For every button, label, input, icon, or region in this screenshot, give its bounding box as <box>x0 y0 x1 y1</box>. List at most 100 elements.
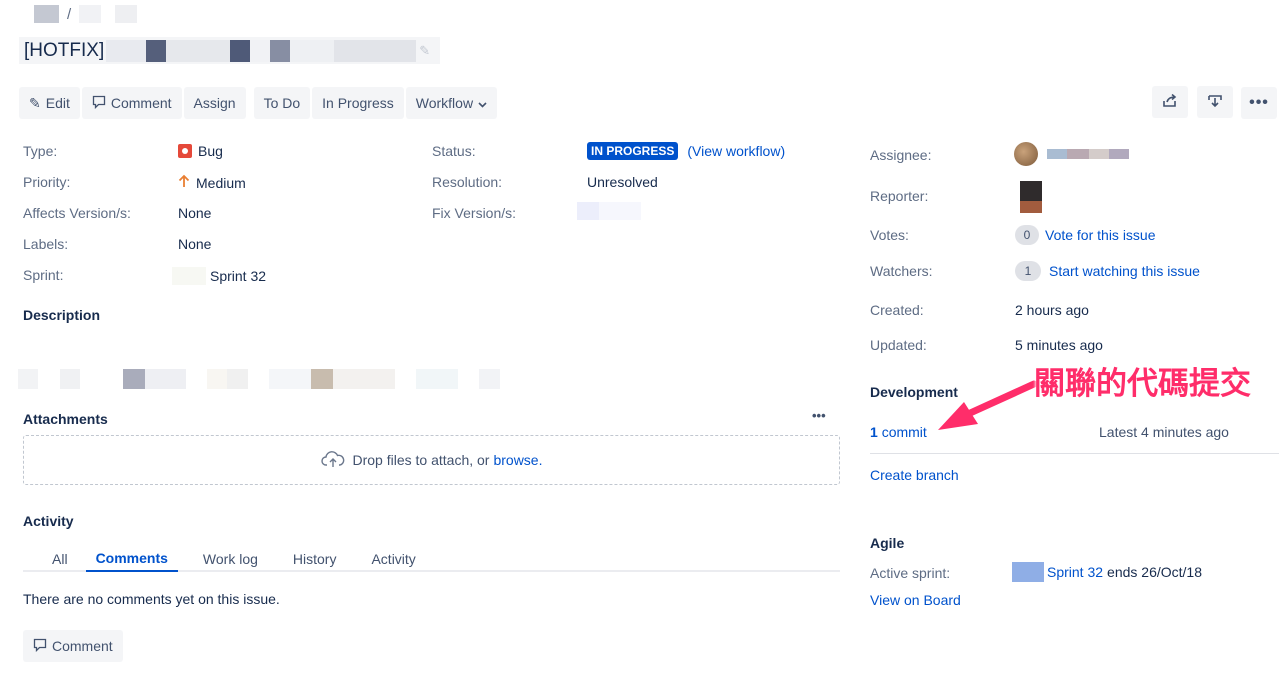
view-workflow-link[interactable]: (View workflow) <box>687 143 785 159</box>
labels-value[interactable]: None <box>178 236 211 252</box>
add-comment-button[interactable]: Comment <box>23 630 123 662</box>
comment-button[interactable]: Comment <box>81 87 182 119</box>
description-blur <box>145 369 186 389</box>
browse-link[interactable]: browse. <box>493 452 542 468</box>
no-comments-text: There are no comments yet on this issue. <box>23 591 280 607</box>
fix-version-value[interactable] <box>577 202 641 220</box>
sprint-ends: ends 26/Oct/18 <box>1107 564 1202 580</box>
workflow-button[interactable]: Workflow <box>405 87 498 119</box>
commit-text: commit <box>881 424 927 440</box>
edit-button[interactable]: ✎ Edit <box>19 87 80 119</box>
annotation-arrow <box>938 380 1038 430</box>
drop-text: Drop files to attach, or <box>352 452 490 468</box>
watch-link[interactable]: Start watching this issue <box>1049 263 1200 279</box>
comment-icon <box>33 638 47 655</box>
issue-title-prefix: [HOTFIX] <box>24 39 105 61</box>
priority-value: Medium <box>178 174 246 191</box>
active-sprint-label: Active sprint: <box>870 565 951 581</box>
votes-label: Votes: <box>870 227 909 243</box>
fix-version-label: Fix Version/s: <box>432 205 517 221</box>
export-button[interactable] <box>1197 86 1233 118</box>
description-blur <box>227 369 248 389</box>
breadcrumb-issue-key-blur <box>115 5 138 23</box>
description-body[interactable] <box>18 369 500 389</box>
breadcrumb-issue-key[interactable] <box>79 5 102 23</box>
assignee-name-blur <box>1067 149 1089 159</box>
labels-label: Labels: <box>23 236 69 252</box>
bug-icon <box>178 144 192 158</box>
tab-work-log[interactable]: Work log <box>178 545 278 572</box>
priority-value-text: Medium <box>196 174 246 191</box>
fix-version-blur <box>577 202 599 220</box>
in-progress-button[interactable]: In Progress <box>312 87 404 119</box>
affects-value: None <box>178 205 212 221</box>
votes-badge: 0 <box>1015 225 1039 245</box>
assign-button[interactable]: Assign <box>183 87 246 119</box>
updated-label: Updated: <box>870 337 927 353</box>
activity-tabs: All Comments Work log History Activity <box>23 545 840 572</box>
description-heading: Description <box>23 307 101 323</box>
watchers-value: 1 Start watching this issue <box>1015 261 1200 281</box>
description-blur <box>479 369 500 389</box>
created-label: Created: <box>870 302 924 318</box>
pencil-icon[interactable]: ✎ <box>419 43 430 59</box>
breadcrumb-project-avatar[interactable] <box>34 5 59 23</box>
sprint-value-text: Sprint 32 <box>210 268 267 284</box>
vote-link[interactable]: Vote for this issue <box>1045 227 1156 243</box>
commit-count: 1 <box>870 424 878 440</box>
title-blur <box>146 39 167 62</box>
tab-history[interactable]: History <box>278 545 357 572</box>
comment-icon <box>92 95 106 112</box>
resolution-value: Unresolved <box>587 174 658 190</box>
edit-group: ✎ Edit Comment Assign <box>19 87 246 119</box>
description-blur <box>207 369 227 389</box>
development-divider <box>870 453 1279 454</box>
create-branch-link[interactable]: Create branch <box>870 467 959 483</box>
description-blur <box>311 369 333 389</box>
avatar <box>1014 142 1038 166</box>
attachments-heading: Attachments <box>23 411 108 427</box>
description-blur <box>269 369 311 389</box>
sprint-link[interactable]: Sprint 32 <box>1047 564 1103 580</box>
tab-activity[interactable]: Activity <box>356 545 435 572</box>
sprint-blur <box>172 267 206 285</box>
title-blur <box>270 39 291 62</box>
share-button[interactable] <box>1152 86 1188 118</box>
add-comment-label: Comment <box>52 638 113 654</box>
export-icon <box>1207 94 1223 111</box>
issue-toolbar: ✎ Edit Comment Assign To Do In Progress … <box>19 87 505 119</box>
more-actions-button[interactable]: ••• <box>1241 87 1277 119</box>
transition-group: To Do In Progress Workflow <box>253 87 498 119</box>
title-blur <box>290 39 335 62</box>
created-value: 2 hours ago <box>1015 302 1089 318</box>
description-blur <box>186 369 207 389</box>
view-on-board-link[interactable]: View on Board <box>870 592 961 608</box>
reporter-avatar[interactable] <box>1020 181 1042 213</box>
share-icon <box>1162 93 1178 111</box>
commit-link[interactable]: 1 commit <box>870 424 927 440</box>
in-progress-label: In Progress <box>322 95 394 111</box>
breadcrumb: / <box>34 5 138 23</box>
description-blur <box>416 369 458 389</box>
breadcrumb-separator: / <box>67 5 72 23</box>
agile-heading: Agile <box>870 535 905 551</box>
fix-version-blur <box>599 202 641 220</box>
description-blur <box>333 369 395 389</box>
description-blur <box>123 369 145 389</box>
todo-button[interactable]: To Do <box>253 87 311 119</box>
description-blur <box>18 369 38 389</box>
description-blur <box>60 369 80 389</box>
attachment-dropzone[interactable]: Drop files to attach, or browse. <box>23 435 840 485</box>
title-blur <box>106 39 147 62</box>
assignee-value[interactable] <box>1014 142 1129 166</box>
tab-all[interactable]: All <box>23 545 86 572</box>
description-blur <box>458 369 479 389</box>
description-blur <box>395 369 416 389</box>
issue-title[interactable]: [HOTFIX] ✎ <box>19 37 440 64</box>
sprint-value: Sprint 32 <box>172 267 266 285</box>
title-blur <box>166 39 231 62</box>
annotation-text: 關聯的代碼提交 <box>1034 366 1251 402</box>
attachments-more-button[interactable]: ••• <box>812 408 826 423</box>
assignee-name-blur <box>1047 149 1067 159</box>
tab-comments[interactable]: Comments <box>85 545 178 572</box>
